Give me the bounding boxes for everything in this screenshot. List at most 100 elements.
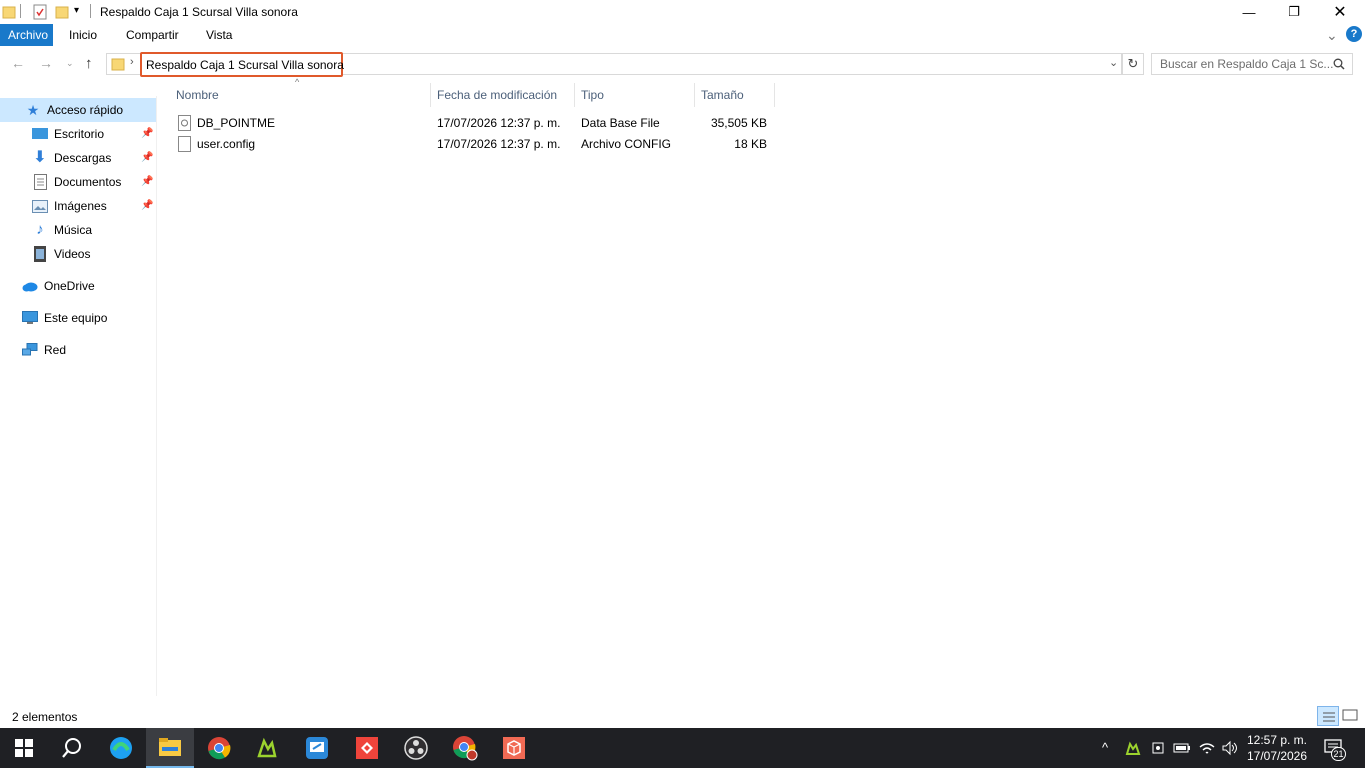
folder-icon (111, 58, 125, 71)
sidebar-item-label: Red (44, 343, 67, 357)
notification-count-badge: 21 (1331, 747, 1346, 761)
chrome-profile-taskbar-button[interactable] (441, 728, 489, 768)
sidebar-item-documentos[interactable]: Documentos (32, 170, 121, 194)
sidebar-item-este-equipo[interactable]: Este equipo (22, 306, 107, 330)
back-icon[interactable]: ← (11, 55, 25, 71)
file-date: 17/07/2026 12:37 p. m. (437, 137, 561, 151)
file-name: user.config (197, 137, 256, 151)
anydesk-icon (356, 737, 378, 759)
close-button[interactable]: ✕ (1317, 0, 1363, 24)
breadcrumb-chevron-icon[interactable]: › (130, 56, 134, 68)
battery-icon[interactable] (1173, 741, 1191, 755)
sidebar-item-label: Música (54, 223, 93, 237)
remote-desktop-taskbar-button[interactable] (293, 728, 341, 768)
show-hidden-icons-icon[interactable]: ^ (1102, 740, 1108, 755)
tab-inicio[interactable]: Inicio (61, 24, 105, 46)
database-file-icon (178, 115, 191, 131)
start-button[interactable] (0, 728, 48, 768)
edge-icon (110, 737, 132, 759)
chrome-icon (208, 737, 231, 760)
clock-time: 12:57 p. m. (1246, 733, 1308, 747)
column-header-nombre[interactable]: Nombre (170, 83, 431, 107)
obs-taskbar-button[interactable] (392, 728, 440, 768)
chrome-taskbar-button[interactable] (195, 728, 243, 768)
search-icon (1333, 58, 1345, 70)
red-box-app-taskbar-button[interactable] (490, 728, 538, 768)
sidebar-item-label: OneDrive (44, 279, 95, 293)
camera-tray-icon[interactable] (1151, 740, 1167, 756)
desktop-icon (32, 126, 48, 142)
star-icon: ★ (26, 102, 40, 118)
search-input[interactable]: Buscar en Respaldo Caja 1 Sc... (1151, 53, 1353, 75)
file-type: Data Base File (581, 116, 660, 130)
sidebar-item-label: Videos (54, 247, 91, 261)
sidebar-item-onedrive[interactable]: OneDrive (22, 274, 95, 298)
sidebar-item-acceso-rapido[interactable]: ★ Acceso rápido (0, 98, 156, 122)
obs-icon (404, 736, 428, 760)
tab-compartir[interactable]: Compartir (118, 24, 187, 46)
column-header-tipo[interactable]: Tipo (575, 83, 695, 107)
help-icon[interactable]: ? (1346, 26, 1362, 42)
sidebar-item-escritorio[interactable]: Escritorio (32, 122, 104, 146)
expand-ribbon-icon[interactable]: ⌄ (1318, 24, 1346, 46)
sidebar-item-musica[interactable]: ♪ Música (32, 218, 92, 242)
pictures-icon (32, 198, 48, 214)
sidebar-item-label: Descargas (54, 151, 112, 165)
large-icons-view-icon[interactable] (1340, 706, 1362, 726)
breadcrumb-current-folder[interactable]: Respaldo Caja 1 Scursal Villa sonora (140, 52, 344, 77)
title-bar: ▾ Respaldo Caja 1 Scursal Villa sonora —… (0, 0, 1365, 24)
separator (90, 4, 91, 18)
sidebar-item-descargas[interactable]: ⬇ Descargas (32, 146, 111, 170)
pin-icon[interactable]: 📌 (141, 128, 153, 139)
pin-icon[interactable]: 📌 (141, 176, 153, 187)
anydesk-taskbar-button[interactable] (343, 728, 391, 768)
cloud-icon (22, 278, 38, 294)
column-header-tamano[interactable]: Tamaño (695, 83, 775, 107)
pin-icon[interactable]: 📌 (141, 152, 153, 163)
status-item-count: 2 elementos (12, 710, 78, 724)
table-row[interactable]: user.config 17/07/2026 12:37 p. m. Archi… (170, 134, 775, 155)
refresh-icon[interactable]: ↻ (1122, 53, 1144, 75)
sidebar-item-red[interactable]: Red (22, 338, 66, 362)
clock-date: 17/07/2026 (1246, 749, 1308, 763)
volume-icon[interactable] (1221, 740, 1239, 756)
config-file-icon (178, 136, 191, 152)
details-view-icon[interactable] (1317, 706, 1339, 726)
address-dropdown-icon[interactable]: ⌄ (1109, 56, 1118, 69)
red-box-app-icon (503, 737, 525, 759)
green-app-taskbar-button[interactable] (243, 728, 291, 768)
green-app-icon (257, 737, 277, 758)
pin-icon[interactable]: 📌 (141, 200, 153, 211)
edge-taskbar-button[interactable] (97, 728, 145, 768)
window-title: Respaldo Caja 1 Scursal Villa sonora (100, 5, 298, 19)
forward-icon[interactable]: → (39, 55, 53, 71)
up-icon[interactable]: ↑ (85, 55, 93, 72)
taskbar-clock[interactable]: 12:57 p. m. 17/07/2026 (1244, 732, 1310, 764)
maximize-button[interactable]: ❐ (1271, 0, 1317, 24)
sidebar-item-label: Imágenes (54, 199, 107, 213)
properties-icon[interactable] (32, 4, 48, 20)
file-name: DB_POINTME (197, 116, 276, 130)
column-header-fecha[interactable]: Fecha de modificación (431, 83, 575, 107)
wifi-icon[interactable] (1198, 740, 1216, 756)
sidebar-item-label: Escritorio (54, 127, 105, 141)
recent-locations-icon[interactable]: ⌄ (66, 58, 74, 69)
file-explorer-taskbar-button[interactable] (146, 728, 194, 768)
tab-archivo[interactable]: Archivo (0, 24, 53, 46)
search-button[interactable] (48, 728, 96, 768)
customize-toolbar-icon[interactable]: ▾ (74, 5, 79, 21)
nvidia-tray-icon[interactable] (1125, 740, 1141, 756)
sidebar-item-label: Este equipo (44, 311, 108, 325)
folder-icon (2, 6, 16, 19)
windows-icon (15, 739, 33, 757)
ribbon: Archivo Inicio Compartir Vista ⌄ ? (0, 24, 1365, 46)
notifications-button[interactable]: 21 (1322, 738, 1346, 761)
tab-vista[interactable]: Vista (198, 24, 240, 46)
sidebar-item-imagenes[interactable]: Imágenes (32, 194, 107, 218)
computer-icon (22, 310, 38, 326)
sidebar-item-videos[interactable]: Videos (32, 242, 90, 266)
table-row[interactable]: DB_POINTME 17/07/2026 12:37 p. m. Data B… (170, 113, 775, 134)
new-folder-icon[interactable] (55, 4, 69, 20)
minimize-button[interactable]: — (1226, 0, 1272, 24)
address-row: ← → ⌄ ↑ › ⌄ Respaldo Caja 1 Scursal Vill… (0, 49, 1365, 79)
